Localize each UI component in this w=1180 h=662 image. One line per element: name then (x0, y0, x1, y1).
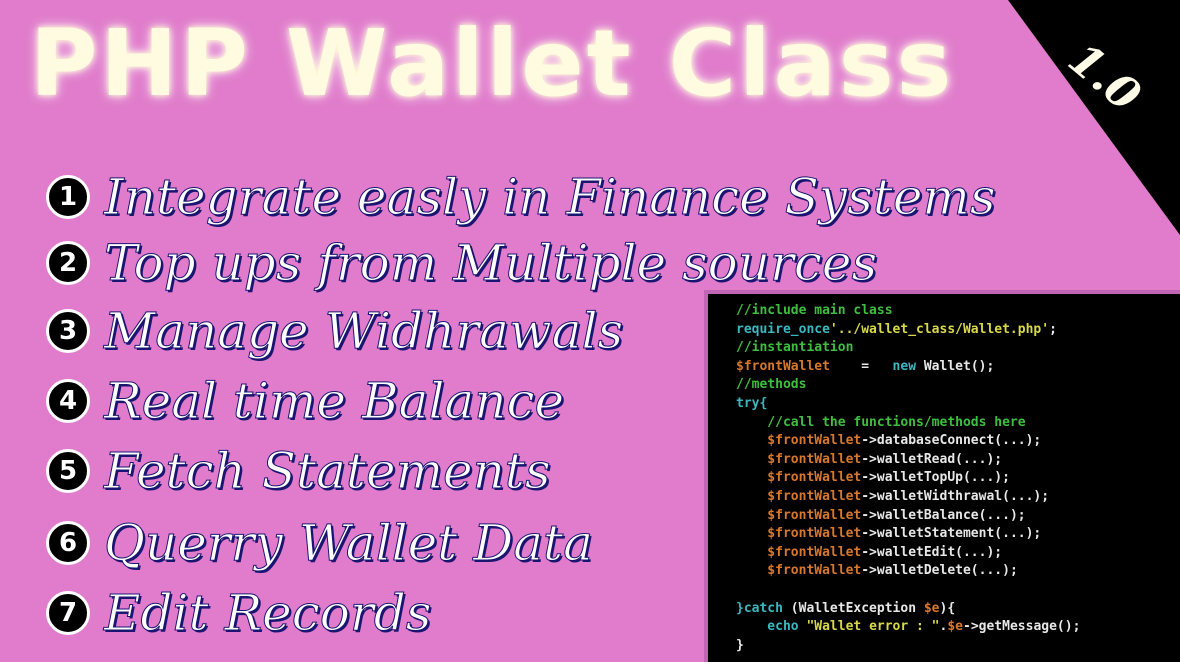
code-line: //methods (736, 377, 807, 393)
number-badge: 4 (46, 379, 90, 423)
code-line: $frontWallet->databaseConnect(...); (736, 433, 1042, 449)
feature-item: 7 Edit Records (46, 584, 432, 643)
code-line: } (736, 637, 744, 653)
code-line: $frontWallet = new Wallet(); (736, 358, 995, 374)
code-line: //call the functions/methods here (736, 414, 1026, 430)
number-badge: 2 (46, 241, 90, 285)
code-snippet: //include main class require_once'../wall… (704, 290, 1180, 662)
feature-text: Edit Records (103, 584, 432, 643)
feature-item: 3 Manage Widhrawals (46, 302, 624, 361)
number-badge: 1 (46, 175, 90, 219)
code-line: echo "Wallet error : ".$e->getMessage(); (736, 619, 1081, 635)
code-line: $frontWallet->walletRead(...); (736, 451, 1003, 467)
feature-item: 2 Top ups from Multiple sources (46, 234, 878, 293)
feature-text: Integrate easly in Finance Systems (104, 168, 997, 227)
code-line: }catch (WalletException $e){ (736, 600, 956, 616)
code-line: $frontWallet->walletBalance(...); (736, 507, 1026, 523)
feature-text: Top ups from Multiple sources (103, 234, 878, 293)
code-line: try{ (736, 395, 768, 411)
feature-item: 6 Querry Wallet Data (46, 514, 594, 573)
code-line: $frontWallet->walletDelete(...); (736, 563, 1018, 579)
number-badge: 6 (46, 521, 90, 565)
number-badge: 5 (46, 449, 90, 493)
code-line: //include main class (736, 303, 893, 318)
feature-text: Real time Balance (103, 372, 565, 431)
code-line: //instantiation (736, 340, 854, 356)
code-line: $frontWallet->walletTopUp(...); (736, 470, 1010, 486)
code-line: $frontWallet->walletStatement(...); (736, 526, 1042, 542)
feature-text: Manage Widhrawals (103, 302, 624, 361)
feature-item: 4 Real time Balance (46, 372, 565, 431)
number-badge: 7 (46, 591, 90, 635)
code-line: $frontWallet->walletEdit(...); (736, 544, 1003, 560)
number-badge: 3 (46, 309, 90, 353)
code-line: require_once'../wallet_class/Wallet.php'… (736, 321, 1057, 337)
page-title: PHP Wallet Class (30, 10, 955, 117)
feature-item: 1 Integrate easly in Finance Systems (46, 168, 997, 227)
code-line: $frontWallet->walletWidthrawal(...); (736, 488, 1050, 504)
feature-item: 5 Fetch Statements (46, 442, 552, 501)
feature-text: Querry Wallet Data (104, 514, 594, 573)
feature-text: Fetch Statements (104, 442, 552, 501)
